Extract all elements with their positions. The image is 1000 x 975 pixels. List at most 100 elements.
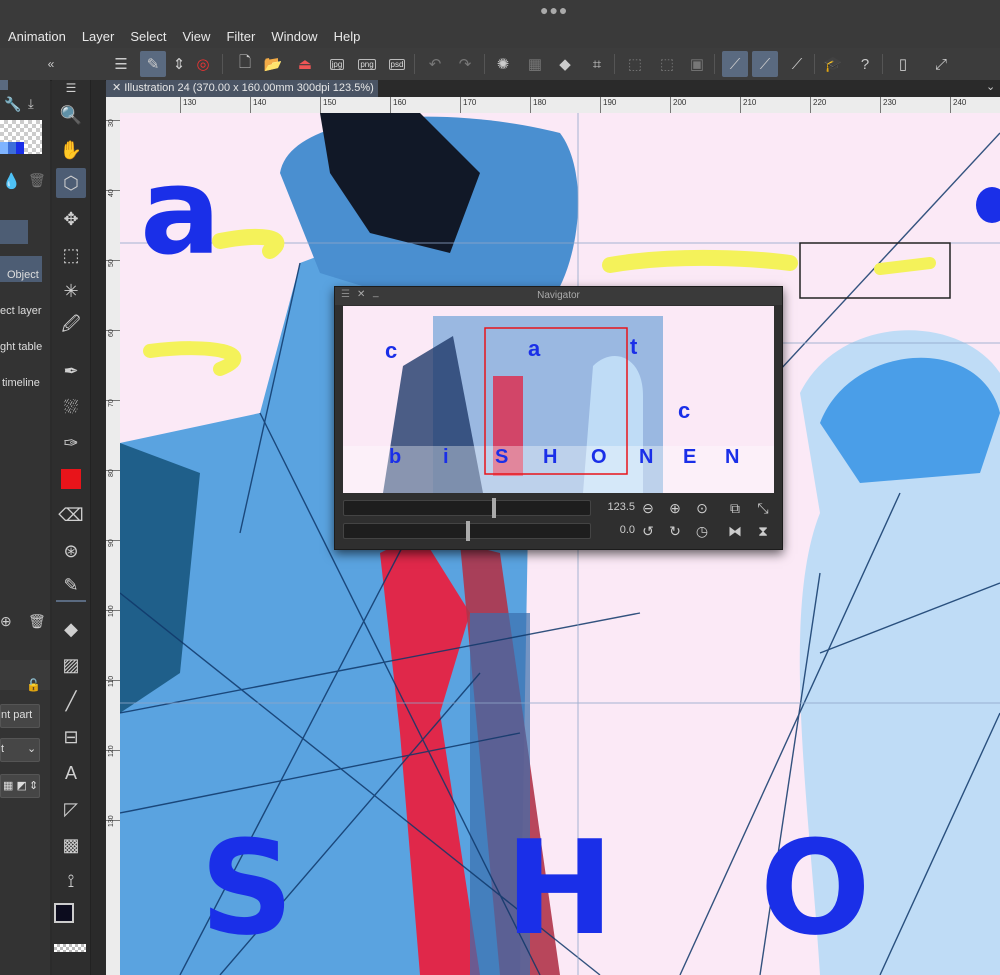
chevron-updown-icon[interactable]: ⇕ [166,51,192,77]
yellow-stroke [874,257,936,275]
navigator-preview[interactable]: c a t c b i S H O N E N [343,306,774,493]
timeline-label[interactable]: timeline [2,377,40,389]
zoom-out-icon[interactable]: ⊖ [638,498,658,518]
main-color[interactable] [54,903,74,923]
flip-horizontal-icon[interactable]: ⧓ [725,521,745,541]
learn-icon[interactable]: 🎓 [820,51,846,77]
selection-border-icon[interactable]: ▣ [684,51,710,77]
trash-icon[interactable]: 🗑 [28,172,46,189]
chevron-down-icon[interactable]: ⌄ [986,80,995,93]
line-icon[interactable]: ╱ [56,686,86,716]
light-table-label[interactable]: ght table [0,341,42,353]
magic-wand-icon[interactable]: ✳ [56,276,86,306]
reset-rotation-icon[interactable]: ◷ [692,521,712,541]
help-icon[interactable]: ? [852,51,878,77]
menu-help[interactable]: Help [326,29,369,44]
vector-pen-icon[interactable]: ✎ [56,570,86,602]
trash-icon[interactable]: 🗑 [28,613,46,630]
redo-icon[interactable]: ↷ [452,51,478,77]
fill-icon[interactable]: ◆ [552,51,578,77]
correct-line-icon[interactable]: ⟟ [56,866,86,896]
undo-icon[interactable]: ↶ [422,51,448,77]
zoom-slider-knob[interactable] [492,498,496,518]
color-chip-light-blue[interactable] [0,142,8,154]
document-tab[interactable]: ✕ Illustration 24 (370.00 x 160.00mm 300… [106,80,378,97]
color-swatch[interactable] [56,464,86,494]
export-jpg-icon[interactable]: jpg [324,51,350,77]
spiral-icon[interactable]: ◎ [190,51,216,77]
object-select-icon[interactable]: ⬡ [56,168,86,198]
new-file-icon[interactable]: 🗋 [232,51,258,77]
invert-selection-icon[interactable]: ⬚ [654,51,680,77]
property-dropdown-2[interactable]: t ⌄ [0,738,40,762]
decoration-icon[interactable]: ✑ [56,428,86,458]
menu-view[interactable]: View [174,29,218,44]
menu-filter[interactable]: Filter [218,29,263,44]
text-icon[interactable]: A [56,758,86,788]
expand-icon[interactable]: ⤢ [928,51,954,77]
ruler-tick: 190 [600,97,616,113]
hand-icon[interactable]: ✋ [56,135,86,165]
transform-icon[interactable]: ⌗ [584,51,610,77]
property-stepper[interactable]: ▦ ◩ ⇕ [0,774,40,798]
export-psd-icon[interactable]: psd [384,51,410,77]
airbrush-icon[interactable]: ⛆ [56,392,86,422]
menu-select[interactable]: Select [122,29,174,44]
actual-size-icon[interactable]: ⊙ [692,498,712,518]
snap-ruler-icon[interactable]: ⟋ [722,51,748,77]
export-png-icon[interactable]: png [354,51,380,77]
collapse-left-icon[interactable]: « [38,51,64,77]
snap-special-ruler-icon[interactable]: ⟋ [752,51,778,77]
ruler-tick: 140 [250,97,266,113]
property-dropdown-1[interactable]: nt part [0,704,40,728]
rotation-slider-knob[interactable] [466,521,470,541]
transparent-color[interactable] [54,944,86,952]
color-chip-deep-blue[interactable] [16,142,24,154]
menu-window[interactable]: Window [263,29,325,44]
menu-animation[interactable]: Animation [0,29,74,44]
loading-icon[interactable]: ✺ [490,51,516,77]
navigator-header[interactable]: ☰ ✕ _ Navigator [335,287,782,305]
menu-icon[interactable]: ☰ [56,80,86,96]
eyedropper-icon[interactable]: 🖉 [56,312,86,342]
fit-to-view-icon[interactable]: ⧉ [725,498,745,518]
upload-icon[interactable]: ⏏ [292,51,318,77]
snap-grid-icon[interactable]: ⟋ [784,51,810,77]
menu-layer[interactable]: Layer [74,29,123,44]
download-icon[interactable]: ⤓ [28,96,34,112]
blend-icon[interactable]: ⊛ [56,536,86,566]
menu-icon[interactable]: ☰ [108,51,134,77]
wrench-icon[interactable]: 🔧 [4,96,21,113]
clear-icon[interactable]: ▦ [522,51,548,77]
deselect-icon[interactable]: ⬚ [622,51,648,77]
zoom-slider[interactable] [343,498,591,518]
rotate-left-icon[interactable]: ↺ [638,521,658,541]
rotation-slider[interactable] [343,521,591,541]
fit-window-icon[interactable]: ⤡ [753,498,773,518]
flip-vertical-icon[interactable]: ⧗ [753,521,773,541]
ruler-icon[interactable]: ▩ [56,830,86,860]
move-icon[interactable]: ✥ [56,204,86,234]
color-chip-blue[interactable] [8,142,16,154]
balloon-icon[interactable]: ◸ [56,794,86,824]
lock-icon[interactable]: 🔓 [26,678,41,692]
new-layer-icon[interactable]: ⊕ [0,613,12,630]
layer-highlight[interactable] [0,220,28,244]
close-icon[interactable]: ✕ [112,82,124,94]
gradient-icon[interactable]: ▨ [56,650,86,680]
sublayer-label[interactable]: ect layer [0,305,42,317]
drop-icon[interactable]: 💧 [2,172,21,190]
more-dots-icon[interactable]: ●●● [540,2,568,18]
pen-icon[interactable]: ✒ [56,356,86,386]
edit-mode-icon[interactable]: ✎ [140,51,166,77]
smartphone-icon[interactable]: ▯ [890,51,916,77]
marquee-icon[interactable]: ⬚ [56,240,86,270]
zoom-icon[interactable]: 🔍 [56,100,86,130]
frame-icon[interactable]: ⊟ [56,722,86,752]
fill-icon[interactable]: ◆ [56,614,86,644]
open-folder-icon[interactable]: 📂 [260,51,286,77]
zoom-in-icon[interactable]: ⊕ [665,498,685,518]
rotate-right-icon[interactable]: ↻ [665,521,685,541]
thumb-letter: N [725,446,740,468]
eraser-icon[interactable]: ⌫ [56,500,86,530]
